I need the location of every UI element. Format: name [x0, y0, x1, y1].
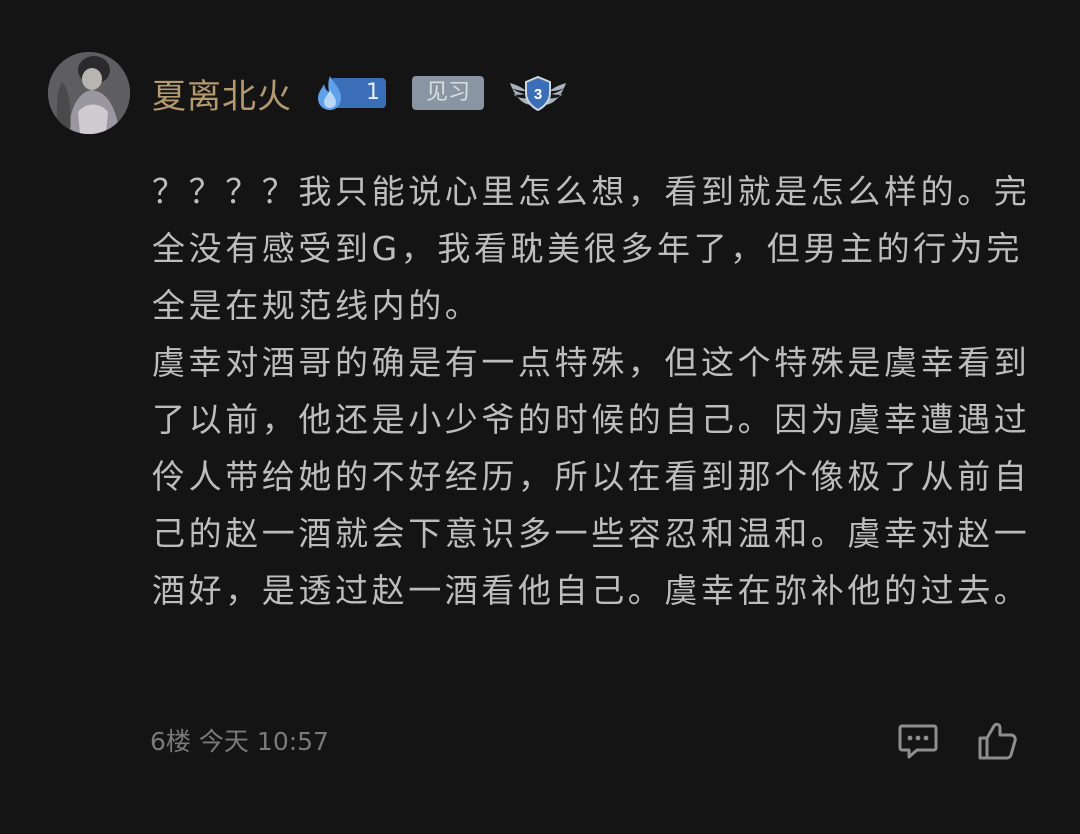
rank-badge[interactable]: 见习 — [412, 76, 484, 110]
content-paragraph: ？？？？我只能说心里怎么想，看到就是怎么样的。完全没有感受到G，我看耽美很多年了… — [152, 172, 1031, 325]
comment-icon[interactable] — [897, 720, 939, 762]
shield-level-number: 3 — [534, 86, 542, 103]
floor-number: 6楼 — [150, 727, 191, 756]
post-meta: 6楼 今天 10:57 — [150, 722, 337, 758]
fire-level-number: 1 — [366, 80, 380, 105]
post-date: 今天 — [198, 727, 249, 756]
content-paragraph: 虞幸对酒哥的确是有一点特殊，但这个特殊是虞幸看到了以前，他还是小少爷的时候的自己… — [152, 343, 1031, 610]
avatar[interactable] — [48, 52, 130, 134]
username[interactable]: 夏离北火 — [152, 69, 292, 118]
flame-icon — [318, 76, 341, 110]
fire-level-badge[interactable]: 1 — [310, 73, 388, 113]
comment-post: 夏离北火 1 见习 3 ？？？？我只能说心里怎么想，看到就是怎么样的。完全没有感… — [0, 0, 1080, 834]
avatar-image — [48, 52, 130, 134]
post-content: ？？？？我只能说心里怎么想，看到就是怎么样的。完全没有感受到G，我看耽美很多年了… — [152, 163, 1042, 619]
thumbs-up-icon[interactable] — [976, 720, 1018, 762]
post-time: 10:57 — [256, 727, 329, 756]
post-header: 夏离北火 1 见习 3 — [152, 69, 568, 118]
shield-wings-icon[interactable]: 3 — [508, 73, 568, 113]
